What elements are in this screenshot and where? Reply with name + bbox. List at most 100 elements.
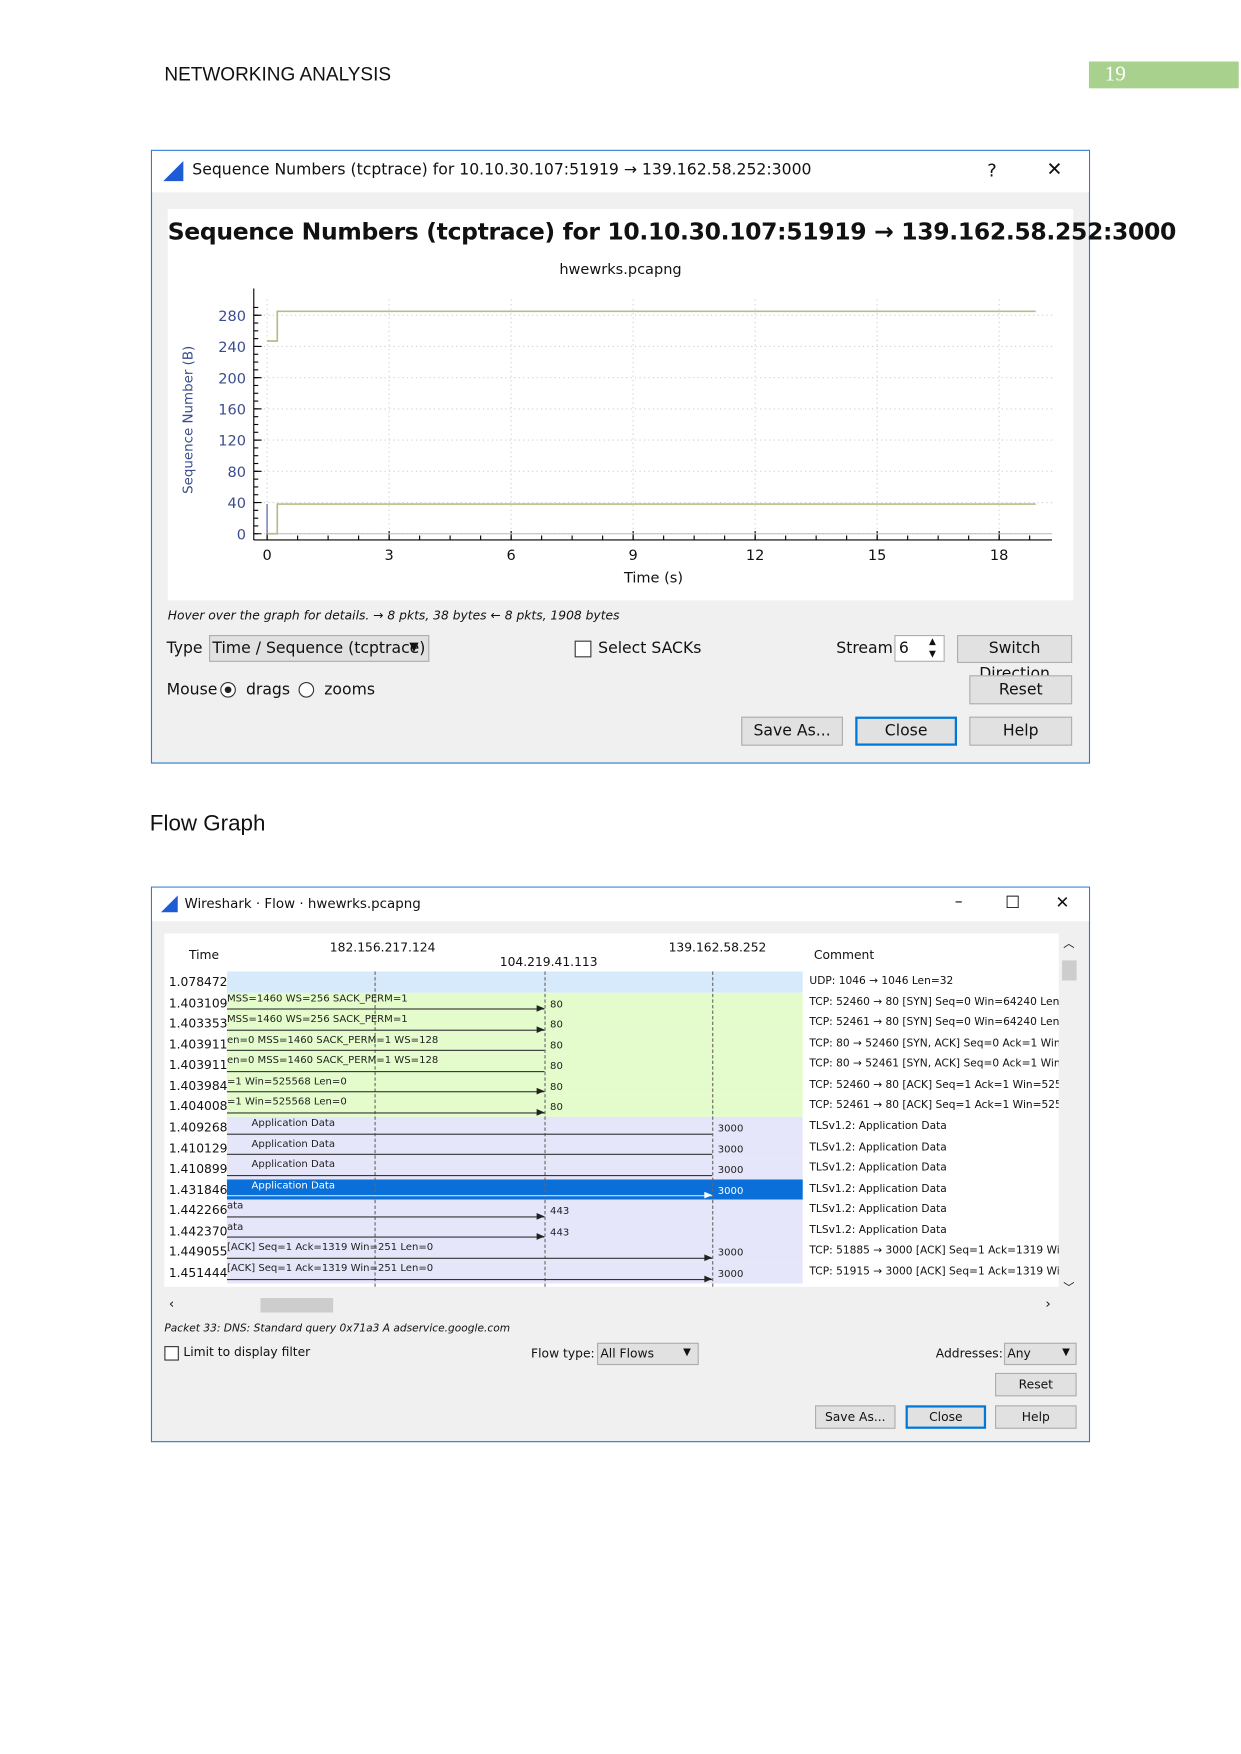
arrow-label: en=0 MSS=1460 SACK_PERM=1 WS=128: [226, 1055, 439, 1067]
addresses-label: Addresses:: [935, 1346, 1003, 1361]
port-label: 3000: [717, 1165, 744, 1177]
limit-to-display-filter-checkbox[interactable]: [164, 1346, 179, 1361]
flow-type-value: All Flows: [600, 1346, 655, 1361]
arrow-label: Application Data: [251, 1159, 335, 1171]
select-sacks-label: Select SACKs: [598, 639, 702, 658]
row-comment: TCP: 80 → 52461 [SYN, ACK] Seq=0 Ack=1 W…: [809, 1057, 1059, 1071]
spin-down-icon[interactable]: ▼: [929, 648, 936, 658]
row-time: 1.442266: [168, 1203, 228, 1218]
scroll-up-icon[interactable]: ︿: [1063, 934, 1074, 950]
sequence-chart[interactable]: 0 3 6 9 12 15 18 0 40 80 120 160 200 240 280 Time (s) Se…: [168, 209, 1074, 600]
scroll-thumb[interactable]: [260, 1297, 334, 1313]
graph-panel[interactable]: Sequence Numbers (tcptrace) for 10.10.30…: [167, 209, 1176, 601]
help-button[interactable]: Help: [969, 716, 1073, 746]
series-line-0: [267, 503, 1036, 535]
flow-row[interactable]: [226, 1220, 803, 1242]
switch-direction-button[interactable]: Switch Direction: [957, 635, 1073, 683]
port-label: 80: [550, 1082, 563, 1094]
reset-button[interactable]: Reset: [995, 1372, 1077, 1397]
x-tick-label: 9: [629, 548, 638, 564]
row-time: 1.410129: [168, 1140, 228, 1156]
scroll-thumb[interactable]: [1062, 960, 1077, 981]
stream-spinbox[interactable]: 6 ▲ ▼: [894, 635, 945, 662]
row-comment: TLSv1.2: Application Data: [809, 1182, 947, 1195]
addresses-dropdown[interactable]: Any ▼: [1003, 1342, 1077, 1366]
zooms-radio[interactable]: [298, 681, 315, 698]
section-heading: Flow Graph: [149, 811, 266, 837]
horizontal-scrollbar[interactable]: ‹ ›: [164, 1296, 1058, 1314]
select-sacks-checkbox[interactable]: [574, 640, 592, 658]
host-lifeline: [712, 971, 714, 1287]
row-time: 1.404008: [168, 1099, 228, 1114]
help-button[interactable]: ?: [987, 160, 997, 181]
row-comment: TLSv1.2: Application Data: [809, 1203, 947, 1216]
arrow-label: Application Data: [251, 1117, 335, 1130]
y-tick-label: 0: [237, 527, 246, 543]
y-tick-label: 280: [218, 309, 246, 325]
arrow-label: en=0 MSS=1460 SACK_PERM=1 WS=128: [226, 1034, 439, 1047]
spin-up-icon[interactable]: ▲: [929, 636, 936, 646]
row-comment: TLSv1.2: Application Data: [809, 1140, 947, 1154]
chevron-down-icon: ▼: [409, 639, 419, 655]
arrow-label: [ACK] Seq=1 Ack=1319 Win=251 Len=0: [226, 1242, 434, 1254]
port-label: 443: [550, 1206, 570, 1218]
x-tick-label: 3: [384, 548, 393, 564]
save-as-button[interactable]: Save As...: [815, 1405, 896, 1429]
flow-arrow: [226, 1236, 545, 1239]
row-time: 1.442370: [168, 1224, 228, 1239]
port-label: 3000: [717, 1123, 744, 1135]
port-label: 80: [550, 1061, 563, 1073]
flow-row[interactable]: [226, 1199, 803, 1221]
vertical-scrollbar[interactable]: ︿ ﹀: [1060, 934, 1077, 1297]
drags-label: drags: [245, 680, 291, 699]
window-title: Sequence Numbers (tcptrace) for 10.10.30…: [192, 160, 812, 179]
arrowhead-icon: [704, 1275, 713, 1282]
status-text: Packet 33: DNS: Standard query 0x71a3 A …: [164, 1322, 511, 1335]
x-tick-label: 6: [507, 548, 516, 564]
flow-arrow: [226, 1278, 713, 1280]
row-time: 1.410899: [168, 1161, 228, 1177]
scroll-down-icon[interactable]: ﹀: [1063, 1278, 1074, 1294]
close-icon[interactable]: ✕: [1046, 159, 1062, 181]
row-comment: TCP: 52461 → 80 [SYN] Seq=0 Win=64240 Le…: [809, 1016, 1059, 1029]
close-icon[interactable]: ✕: [1055, 892, 1069, 912]
flow-arrow: [226, 1216, 545, 1218]
x-tick-label: 15: [868, 548, 886, 564]
y-tick-label: 160: [218, 402, 246, 418]
reset-button[interactable]: Reset: [969, 675, 1073, 705]
x-axis-label: Time (s): [623, 570, 683, 586]
port-label: 3000: [717, 1185, 744, 1198]
page-number-box: 19: [1088, 61, 1239, 89]
arrowhead-icon: [536, 1109, 545, 1116]
maximize-icon[interactable]: ☐: [1005, 892, 1020, 912]
page-number: 19: [1104, 62, 1126, 87]
close-button[interactable]: Close: [855, 716, 958, 746]
chevron-down-icon: ▼: [683, 1347, 691, 1359]
stream-label: Stream: [836, 639, 893, 658]
minimize-icon[interactable]: –: [955, 893, 963, 911]
scroll-left-icon[interactable]: ‹: [169, 1296, 174, 1312]
flow-arrow: [226, 1029, 545, 1031]
close-button[interactable]: Close: [905, 1405, 987, 1429]
mouse-label: Mouse: [166, 680, 218, 699]
help-button[interactable]: Help: [995, 1405, 1077, 1429]
flow-row[interactable]: [226, 971, 803, 993]
flow-arrow: [226, 1257, 713, 1259]
chevron-down-icon: ▼: [1062, 1347, 1070, 1359]
host-lifeline: [544, 971, 546, 1287]
save-as-button[interactable]: Save As...: [741, 716, 843, 746]
type-dropdown[interactable]: Time / Sequence (tcptrace) ▼: [209, 635, 430, 662]
flow-type-label: Flow type:: [531, 1346, 595, 1361]
flow-type-dropdown[interactable]: All Flows ▼: [597, 1342, 699, 1366]
arrowhead-icon: [536, 1212, 545, 1220]
flow-arrow: [226, 1133, 713, 1135]
arrow-label: Application Data: [251, 1138, 335, 1150]
wireshark-fin-icon: [163, 160, 184, 182]
arrowhead-icon: [536, 1233, 545, 1241]
row-comment: TCP: 52460 → 80 [SYN] Seq=0 Win=64240 Le…: [809, 995, 1059, 1008]
drags-radio[interactable]: [220, 681, 236, 698]
type-label: Type: [166, 639, 203, 658]
flow-graph-panel[interactable]: Time 182.156.217.124 104.219.41.113 139.…: [164, 933, 1059, 1287]
arrow-label: =1 Win=525568 Len=0: [226, 1076, 347, 1088]
scroll-right-icon[interactable]: ›: [1045, 1296, 1050, 1312]
